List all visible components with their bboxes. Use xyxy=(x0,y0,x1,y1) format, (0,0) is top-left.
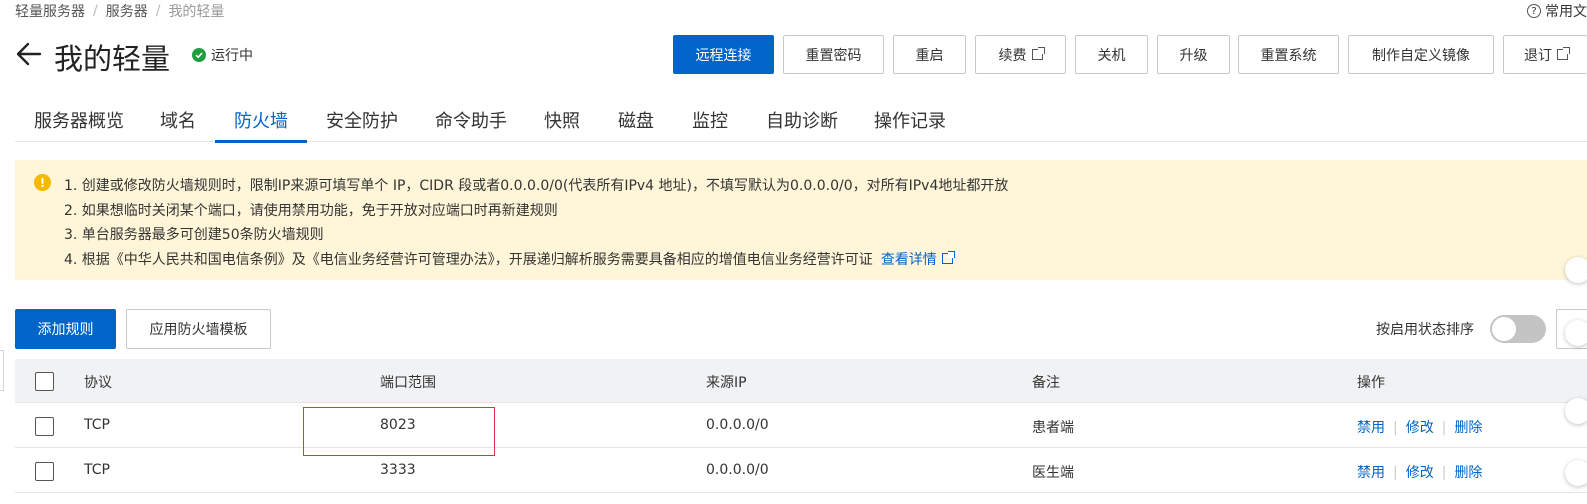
protocol-cell: TCP xyxy=(84,462,110,478)
column-port-range: 端口范围 xyxy=(380,375,436,391)
tab-snapshot[interactable]: 快照 xyxy=(525,107,599,142)
add-rule-button[interactable]: 添加规则 xyxy=(15,309,116,349)
delete-link[interactable]: 删除 xyxy=(1454,420,1482,436)
divider: | xyxy=(1393,465,1398,481)
status-text: 运行中 xyxy=(211,48,253,64)
reset-system-label: 重置系统 xyxy=(1260,47,1317,64)
upgrade-label: 升级 xyxy=(1179,47,1208,64)
external-link-icon xyxy=(1557,47,1570,60)
source-ip-cell: 0.0.0.0/0 xyxy=(706,417,769,433)
edit-link[interactable]: 修改 xyxy=(1406,420,1434,436)
view-details-label: 查看详情 xyxy=(880,252,937,268)
breadcrumb: 轻量服务器 / 服务器 / 我的轻量 xyxy=(15,1,224,21)
notice-line-4-row: 4. 根据《中华人民共和国电信条例》及《电信业务经营许可管理办法》，开展递归解析… xyxy=(64,249,955,269)
reset-password-label: 重置密码 xyxy=(805,47,862,64)
protocol-cell: TCP xyxy=(84,417,110,433)
source-ip-cell: 0.0.0.0/0 xyxy=(706,462,769,478)
check-circle-icon xyxy=(192,48,206,62)
edit-link[interactable]: 修改 xyxy=(1406,465,1434,481)
row-actions: 禁用 | 修改 | 删除 xyxy=(1357,462,1482,482)
disable-link[interactable]: 禁用 xyxy=(1357,465,1385,481)
shutdown-label: 关机 xyxy=(1097,47,1126,64)
create-custom-image-label: 制作自定义镜像 xyxy=(1372,47,1470,64)
upgrade-button[interactable]: 升级 xyxy=(1157,35,1230,74)
status-badge: 运行中 xyxy=(192,45,253,65)
arrow-left-icon xyxy=(16,42,42,66)
page-title: 我的轻量 xyxy=(54,42,171,76)
column-actions: 操作 xyxy=(1357,375,1385,391)
tab-operation-log[interactable]: 操作记录 xyxy=(855,107,965,142)
table-row: TCP 8023 0.0.0.0/0 患者端 禁用 | 修改 | 删除 xyxy=(15,403,1587,448)
apply-template-label: 应用防火墙模板 xyxy=(149,322,248,338)
note-cell: 患者端 xyxy=(1032,420,1074,436)
notice-line-3: 3. 单台服务器最多可创建50条防火墙规则 xyxy=(64,227,324,243)
back-button[interactable] xyxy=(15,38,43,70)
notice-line-1: 1. 创建或修改防火墙规则时，限制IP来源可填写单个 IP，CIDR 段或者0.… xyxy=(64,178,1009,194)
tab-disk[interactable]: 磁盘 xyxy=(599,107,673,142)
breadcrumb-current: 我的轻量 xyxy=(168,4,225,20)
port-highlight-box xyxy=(303,407,495,456)
breadcrumb-separator: / xyxy=(155,3,161,19)
reset-system-button[interactable]: 重置系统 xyxy=(1238,35,1339,74)
breadcrumb-separator: / xyxy=(93,3,98,19)
table-header: 协议 端口范围 来源IP 备注 操作 xyxy=(15,359,1587,403)
tab-bar: 服务器概览 域名 防火墙 安全防护 命令助手 快照 磁盘 监控 自助诊断 操作记… xyxy=(15,96,1587,143)
left-panel-edge xyxy=(0,350,4,391)
floating-tool-button[interactable] xyxy=(1565,398,1587,424)
disable-link[interactable]: 禁用 xyxy=(1357,420,1385,436)
row-checkbox[interactable] xyxy=(35,462,54,481)
breadcrumb-item-lightweight[interactable]: 轻量服务器 xyxy=(15,1,85,21)
row-checkbox[interactable] xyxy=(35,417,54,436)
divider: | xyxy=(1441,420,1447,436)
sort-by-status-label: 按启用状态排序 xyxy=(1376,322,1474,338)
port-cell: 3333 xyxy=(380,462,416,478)
question-circle-icon: ? xyxy=(1527,4,1541,18)
help-link[interactable]: ? 常用文 xyxy=(1527,1,1587,21)
breadcrumb-item-servers[interactable]: 服务器 xyxy=(106,1,148,21)
tab-self-diagnosis[interactable]: 自助诊断 xyxy=(747,107,857,142)
floating-tool-button[interactable] xyxy=(1565,257,1587,283)
tab-security[interactable]: 安全防护 xyxy=(307,107,417,142)
column-protocol: 协议 xyxy=(84,375,112,391)
column-source-ip: 来源IP xyxy=(706,375,747,391)
view-details-link[interactable]: 查看详情 xyxy=(880,251,955,268)
renew-button[interactable]: 续费 xyxy=(975,35,1066,74)
delete-link[interactable]: 删除 xyxy=(1454,465,1482,481)
external-link-icon xyxy=(941,251,955,264)
toggle-knob xyxy=(1492,317,1516,341)
shutdown-button[interactable]: 关机 xyxy=(1075,35,1148,74)
remote-connect-button[interactable]: 远程连接 xyxy=(673,35,774,74)
unsubscribe-button[interactable]: 退订 xyxy=(1503,35,1587,74)
tab-server-overview[interactable]: 服务器概览 xyxy=(15,107,143,142)
tab-firewall[interactable]: 防火墙 xyxy=(215,107,307,143)
help-label: 常用文 xyxy=(1545,4,1587,20)
restart-label: 重启 xyxy=(915,47,944,64)
select-all-checkbox[interactable] xyxy=(35,372,54,391)
create-custom-image-button[interactable]: 制作自定义镜像 xyxy=(1348,35,1494,74)
apply-template-button[interactable]: 应用防火墙模板 xyxy=(126,309,271,349)
renew-label: 续费 xyxy=(998,47,1027,64)
remote-connect-label: 远程连接 xyxy=(695,47,752,64)
floating-tool-button[interactable] xyxy=(1565,460,1587,486)
notice-line-2: 2. 如果想临时关闭某个端口，请使用禁用功能，免于开放对应端口时再新建规则 xyxy=(64,203,558,219)
table-row: TCP 3333 0.0.0.0/0 医生端 禁用 | 修改 | 删除 xyxy=(15,448,1587,493)
divider: | xyxy=(1441,465,1447,481)
firewall-notice: ! 1. 创建或修改防火墙规则时，限制IP来源可填写单个 IP，CIDR 段或者… xyxy=(15,160,1587,280)
notice-line-4: 4. 根据《中华人民共和国电信条例》及《电信业务经营许可管理办法》，开展递归解析… xyxy=(64,252,873,268)
sort-by-status-toggle[interactable] xyxy=(1490,315,1546,343)
unsubscribe-label: 退订 xyxy=(1524,47,1552,64)
tab-domain[interactable]: 域名 xyxy=(141,107,215,142)
tab-command-assistant[interactable]: 命令助手 xyxy=(416,107,526,142)
divider: | xyxy=(1393,420,1398,436)
warning-icon: ! xyxy=(34,174,51,191)
external-link-icon xyxy=(1031,47,1045,60)
note-cell: 医生端 xyxy=(1032,465,1074,481)
add-rule-label: 添加规则 xyxy=(37,322,94,338)
tab-monitor[interactable]: 监控 xyxy=(673,107,747,142)
row-actions: 禁用 | 修改 | 删除 xyxy=(1357,417,1482,437)
restart-button[interactable]: 重启 xyxy=(893,35,966,74)
floating-tool-button[interactable] xyxy=(1565,320,1587,346)
column-note: 备注 xyxy=(1032,375,1060,391)
reset-password-button[interactable]: 重置密码 xyxy=(783,35,884,74)
